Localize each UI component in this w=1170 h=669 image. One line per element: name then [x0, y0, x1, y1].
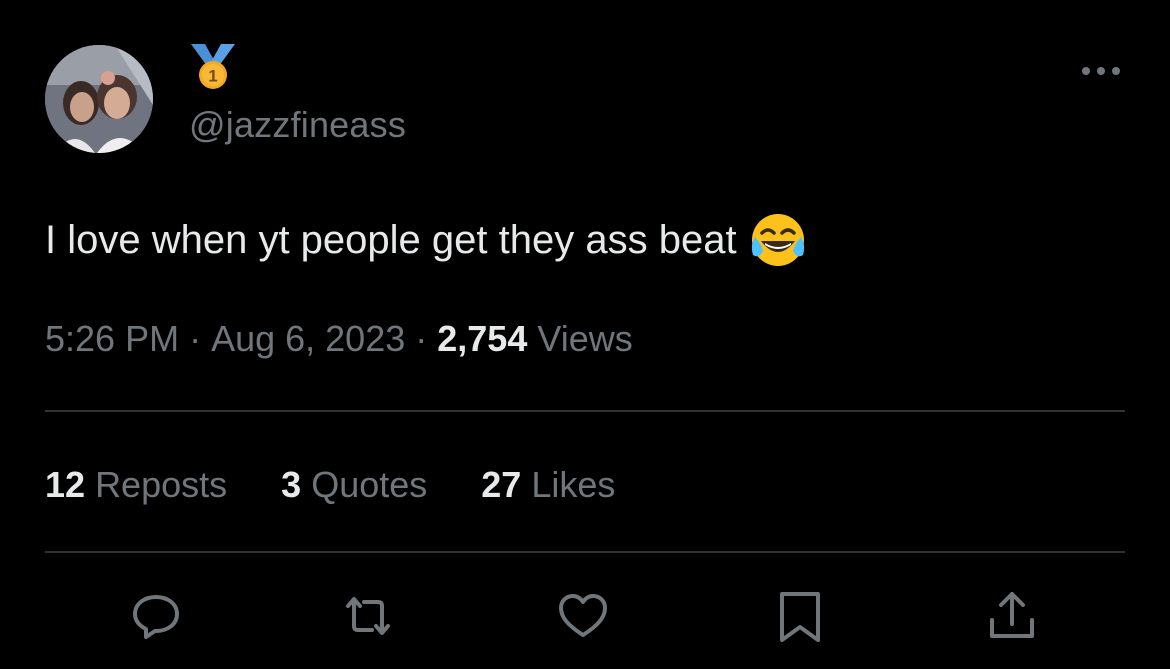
share-button[interactable] — [984, 588, 1040, 644]
tweet-detail: 1 @jazzfineass I love when yt people get… — [0, 0, 1170, 669]
tweet-text: I love when yt people get they ass beat — [45, 211, 807, 269]
tears-of-joy-emoji-icon — [749, 211, 807, 269]
more-options-icon[interactable] — [1078, 60, 1124, 82]
share-icon — [990, 592, 1034, 638]
reposts-label: Reposts — [95, 464, 228, 505]
quotes-label: Quotes — [311, 464, 428, 505]
tweet-time[interactable]: 5:26 PM — [45, 318, 179, 359]
tweet-body: I love when yt people get they ass beat — [45, 217, 737, 262]
meta-separator: · — [189, 318, 202, 359]
repost-icon — [346, 597, 390, 635]
views-label: Views — [537, 318, 633, 359]
divider — [45, 551, 1125, 553]
reposts-count: 12 — [45, 464, 86, 505]
divider — [45, 410, 1125, 412]
likes-count: 27 — [481, 464, 522, 505]
tweet-date[interactable]: Aug 6, 2023 — [211, 318, 405, 359]
views-count: 2,754 — [437, 318, 528, 359]
like-icon — [559, 594, 607, 637]
bookmark-button[interactable] — [772, 588, 828, 644]
likes-label: Likes — [531, 464, 616, 505]
tweet-meta: 5:26 PM · Aug 6, 2023 · 2,754 Views — [45, 318, 633, 360]
engagement-stats: 12 Reposts 3 Quotes 27 Likes — [45, 464, 615, 506]
reply-icon — [133, 595, 179, 639]
reposts-stat[interactable]: 12 Reposts — [45, 464, 227, 506]
bookmark-icon — [780, 592, 820, 642]
quotes-stat[interactable]: 3 Quotes — [281, 464, 427, 506]
meta-separator: · — [415, 318, 428, 359]
medal-icon: 1 — [187, 42, 239, 92]
reply-button[interactable] — [128, 588, 184, 644]
avatar[interactable] — [45, 45, 153, 153]
quotes-count: 3 — [281, 464, 302, 505]
like-button[interactable] — [555, 588, 611, 644]
likes-stat[interactable]: 27 Likes — [481, 464, 615, 506]
repost-button[interactable] — [340, 588, 396, 644]
user-handle[interactable]: @jazzfineass — [189, 104, 406, 146]
medal-number: 1 — [208, 67, 217, 86]
